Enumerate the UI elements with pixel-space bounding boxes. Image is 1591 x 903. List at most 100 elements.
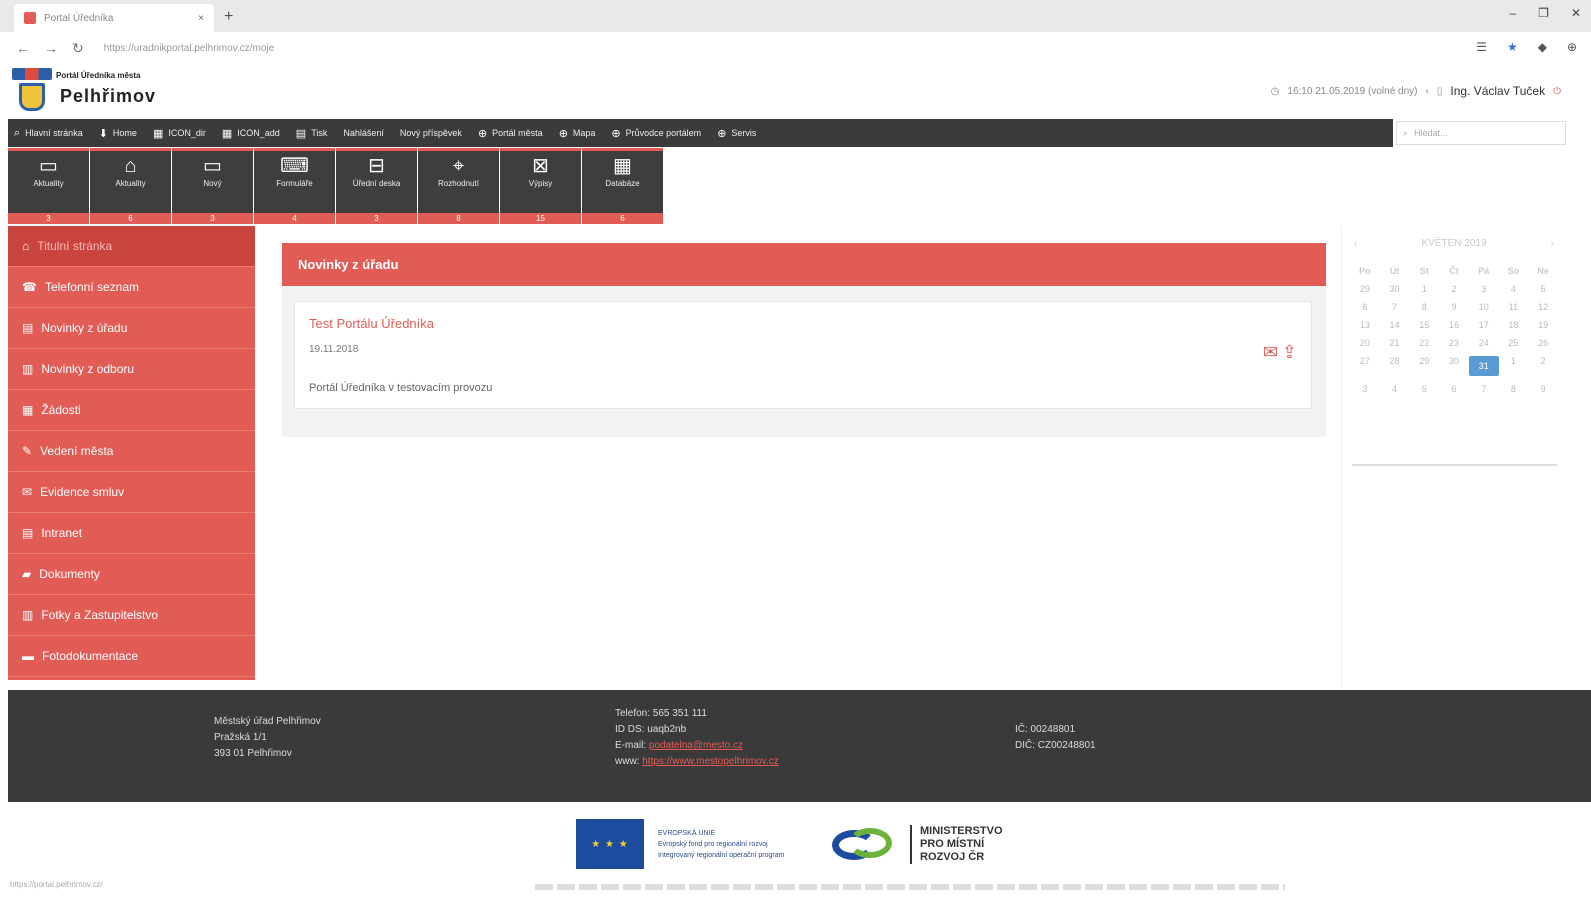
- calendar-day[interactable]: 8: [1499, 384, 1529, 394]
- calendar-day[interactable]: 3: [1350, 384, 1380, 394]
- calendar-day[interactable]: 1: [1499, 356, 1529, 376]
- sidebar-item[interactable]: ☎ Telefonní seznam: [8, 267, 255, 308]
- calendar-next-icon[interactable]: ›: [1551, 238, 1554, 249]
- sidebar-item[interactable]: ▬ Fotodokumentace: [8, 636, 255, 677]
- extension-icon[interactable]: ◆: [1538, 40, 1547, 54]
- logout-icon[interactable]: ⏻: [1553, 86, 1561, 97]
- top-menu-item[interactable]: Nahlášení: [343, 128, 384, 138]
- quick-tile[interactable]: ▭ Aktuality 3: [8, 148, 89, 224]
- calendar-day[interactable]: 6: [1350, 302, 1380, 312]
- quick-tile[interactable]: ▦ Databáze 6: [582, 148, 663, 224]
- top-menu-item[interactable]: ▦ ICON_dir: [153, 127, 206, 140]
- calendar-day[interactable]: 15: [1409, 320, 1439, 330]
- new-tab-button[interactable]: +: [224, 8, 233, 26]
- search-input[interactable]: Hledat...: [1414, 128, 1448, 138]
- sidebar-item[interactable]: ▰ Dokumenty: [8, 554, 255, 595]
- menu-icon[interactable]: ☰: [1476, 40, 1487, 54]
- calendar-day[interactable]: 7: [1469, 384, 1499, 394]
- quick-tile[interactable]: ⌖ Rozhodnutí 8: [418, 148, 499, 224]
- calendar-day[interactable]: 12: [1528, 302, 1558, 312]
- close-tab-icon[interactable]: ×: [198, 13, 204, 24]
- calendar-day[interactable]: 2: [1528, 356, 1558, 376]
- user-name[interactable]: Ing. Václav Tuček: [1450, 84, 1545, 98]
- top-menu-item[interactable]: ⊕ Servis: [717, 127, 756, 140]
- sidebar-item[interactable]: ▦ Žádosti: [8, 390, 255, 431]
- bookmark-star-icon[interactable]: ★: [1507, 40, 1518, 54]
- calendar-day[interactable]: 29: [1350, 284, 1380, 294]
- calendar-day[interactable]: 30: [1439, 356, 1469, 376]
- calendar-day[interactable]: 1: [1409, 284, 1439, 294]
- reload-icon[interactable]: ↻: [72, 40, 84, 57]
- top-menu-item[interactable]: ⬇ Home: [99, 127, 137, 140]
- sidebar-item[interactable]: ▤ Intranet: [8, 513, 255, 554]
- chevron-left-icon[interactable]: ‹: [1426, 86, 1429, 97]
- calendar-day[interactable]: 29: [1409, 356, 1439, 376]
- calendar-day[interactable]: 19: [1528, 320, 1558, 330]
- calendar-day[interactable]: 20: [1350, 338, 1380, 348]
- calendar-day[interactable]: 17: [1469, 320, 1499, 330]
- top-menu-item[interactable]: ▦ ICON_add: [222, 127, 280, 140]
- calendar-day[interactable]: 31: [1468, 356, 1499, 376]
- sidebar-item[interactable]: ⌂ Titulní stránka: [8, 226, 255, 267]
- calendar-day[interactable]: 6: [1439, 384, 1469, 394]
- calendar-day[interactable]: 26: [1528, 338, 1558, 348]
- calendar-day[interactable]: 23: [1439, 338, 1469, 348]
- calendar-day[interactable]: 2: [1439, 284, 1469, 294]
- quick-tile[interactable]: ⌨ Formuláře 4: [254, 148, 335, 224]
- quick-tile[interactable]: ▭ Nový 3: [172, 148, 253, 224]
- calendar-day[interactable]: 13: [1350, 320, 1380, 330]
- close-window-icon[interactable]: ✕: [1571, 6, 1581, 20]
- calendar-day[interactable]: 10: [1469, 302, 1499, 312]
- calendar-day[interactable]: 4: [1380, 384, 1410, 394]
- calendar-day[interactable]: 7: [1380, 302, 1410, 312]
- calendar-day[interactable]: 18: [1499, 320, 1529, 330]
- calendar-day[interactable]: 22: [1409, 338, 1439, 348]
- back-icon[interactable]: ←: [16, 40, 30, 56]
- calendar-day[interactable]: 14: [1380, 320, 1410, 330]
- maximize-icon[interactable]: ❐: [1538, 6, 1549, 20]
- top-menu-item[interactable]: ⊕ Mapa: [559, 127, 596, 140]
- top-menu-item[interactable]: ⊕ Průvodce portálem: [611, 127, 701, 140]
- quick-tile[interactable]: ⊠ Výpisy 15: [500, 148, 581, 224]
- sidebar-item[interactable]: ▥ Fotky a Zastupitelstvo: [8, 595, 255, 636]
- calendar-day[interactable]: 25: [1499, 338, 1529, 348]
- calendar-day[interactable]: 9: [1528, 384, 1558, 394]
- calendar-day[interactable]: 30: [1380, 284, 1410, 294]
- city-logo-icon[interactable]: [12, 68, 52, 112]
- calendar-day[interactable]: 5: [1528, 284, 1558, 294]
- address-bar[interactable]: https://uradnikportal.pelhrimov.cz/moje: [104, 43, 274, 54]
- calendar-day[interactable]: 3: [1469, 284, 1499, 294]
- calendar-day[interactable]: 8: [1409, 302, 1439, 312]
- share-icon[interactable]: ⇪: [1282, 342, 1297, 363]
- calendar-day[interactable]: 27: [1350, 356, 1380, 376]
- calendar-day[interactable]: 9: [1439, 302, 1469, 312]
- top-menu-item[interactable]: ▤ Tisk: [296, 127, 328, 140]
- calendar-day[interactable]: 28: [1380, 356, 1410, 376]
- email-icon[interactable]: ✉: [1263, 342, 1278, 363]
- sidebar-item[interactable]: ▥ Novinky z odboru: [8, 349, 255, 390]
- top-menu-item[interactable]: Nový příspěvek: [400, 128, 462, 138]
- calendar-day[interactable]: 5: [1409, 384, 1439, 394]
- profile-icon[interactable]: ⊕: [1567, 40, 1577, 54]
- quick-tile[interactable]: ⊟ Úřední deska 3: [336, 148, 417, 224]
- minimize-icon[interactable]: –: [1509, 6, 1516, 20]
- quick-tile[interactable]: ⌂ Aktuality 6: [90, 148, 171, 224]
- footer-www-link[interactable]: https://www.mestopelhrimov.cz: [642, 756, 779, 767]
- footer-email-link[interactable]: podatelna@mesto.cz: [649, 740, 743, 751]
- calendar-day[interactable]: 11: [1499, 302, 1529, 312]
- calendar-prev-icon[interactable]: ‹: [1354, 238, 1357, 249]
- sidebar-item[interactable]: ✉ Evidence smluv: [8, 472, 255, 513]
- news-item-title[interactable]: Test Portálu Úředníka: [309, 316, 434, 331]
- clock-icon: ◷: [1270, 85, 1280, 97]
- top-menu-item[interactable]: ⊕ Portál města: [478, 127, 543, 140]
- top-menu-item[interactable]: ⌕ Hlavní stránka: [14, 127, 83, 140]
- forward-icon[interactable]: →: [44, 40, 58, 56]
- search-box[interactable]: ⌕ Hledat...: [1396, 121, 1566, 145]
- sidebar-item[interactable]: ✎ Vedení města: [8, 431, 255, 472]
- calendar-day[interactable]: 21: [1380, 338, 1410, 348]
- sidebar-item[interactable]: ▤ Novinky z úřadu: [8, 308, 255, 349]
- calendar-day[interactable]: 16: [1439, 320, 1469, 330]
- calendar-day[interactable]: 24: [1469, 338, 1499, 348]
- browser-tab[interactable]: Portal Úředníka ×: [14, 4, 214, 32]
- calendar-day[interactable]: 4: [1499, 284, 1529, 294]
